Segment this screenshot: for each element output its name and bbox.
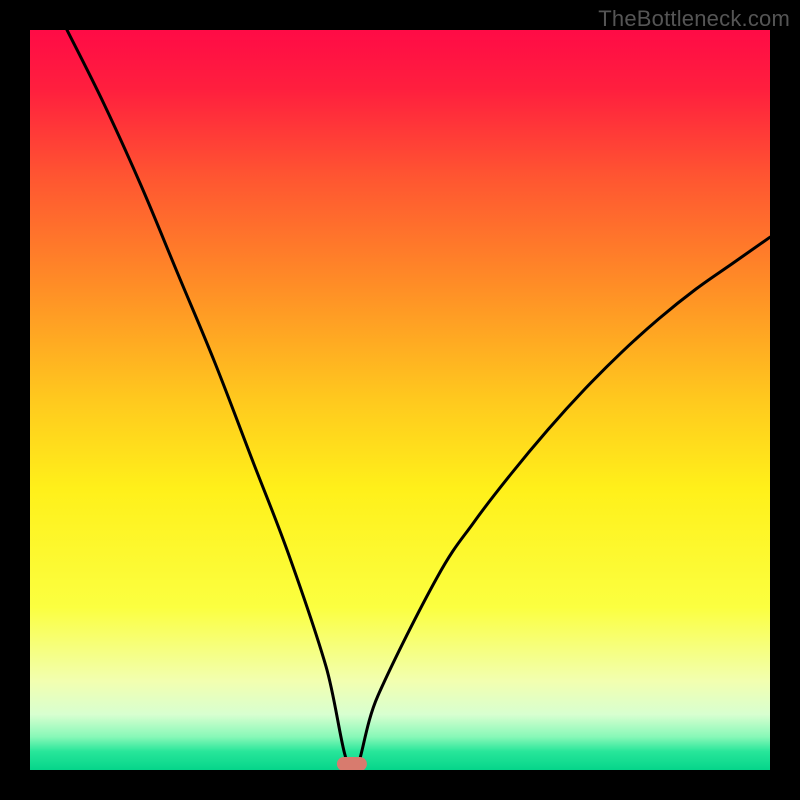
chart-frame: TheBottleneck.com [0, 0, 800, 800]
chart-svg [30, 30, 770, 770]
watermark-text: TheBottleneck.com [598, 6, 790, 32]
plot-area [30, 30, 770, 770]
optimum-marker [337, 757, 367, 770]
gradient-background [30, 30, 770, 770]
